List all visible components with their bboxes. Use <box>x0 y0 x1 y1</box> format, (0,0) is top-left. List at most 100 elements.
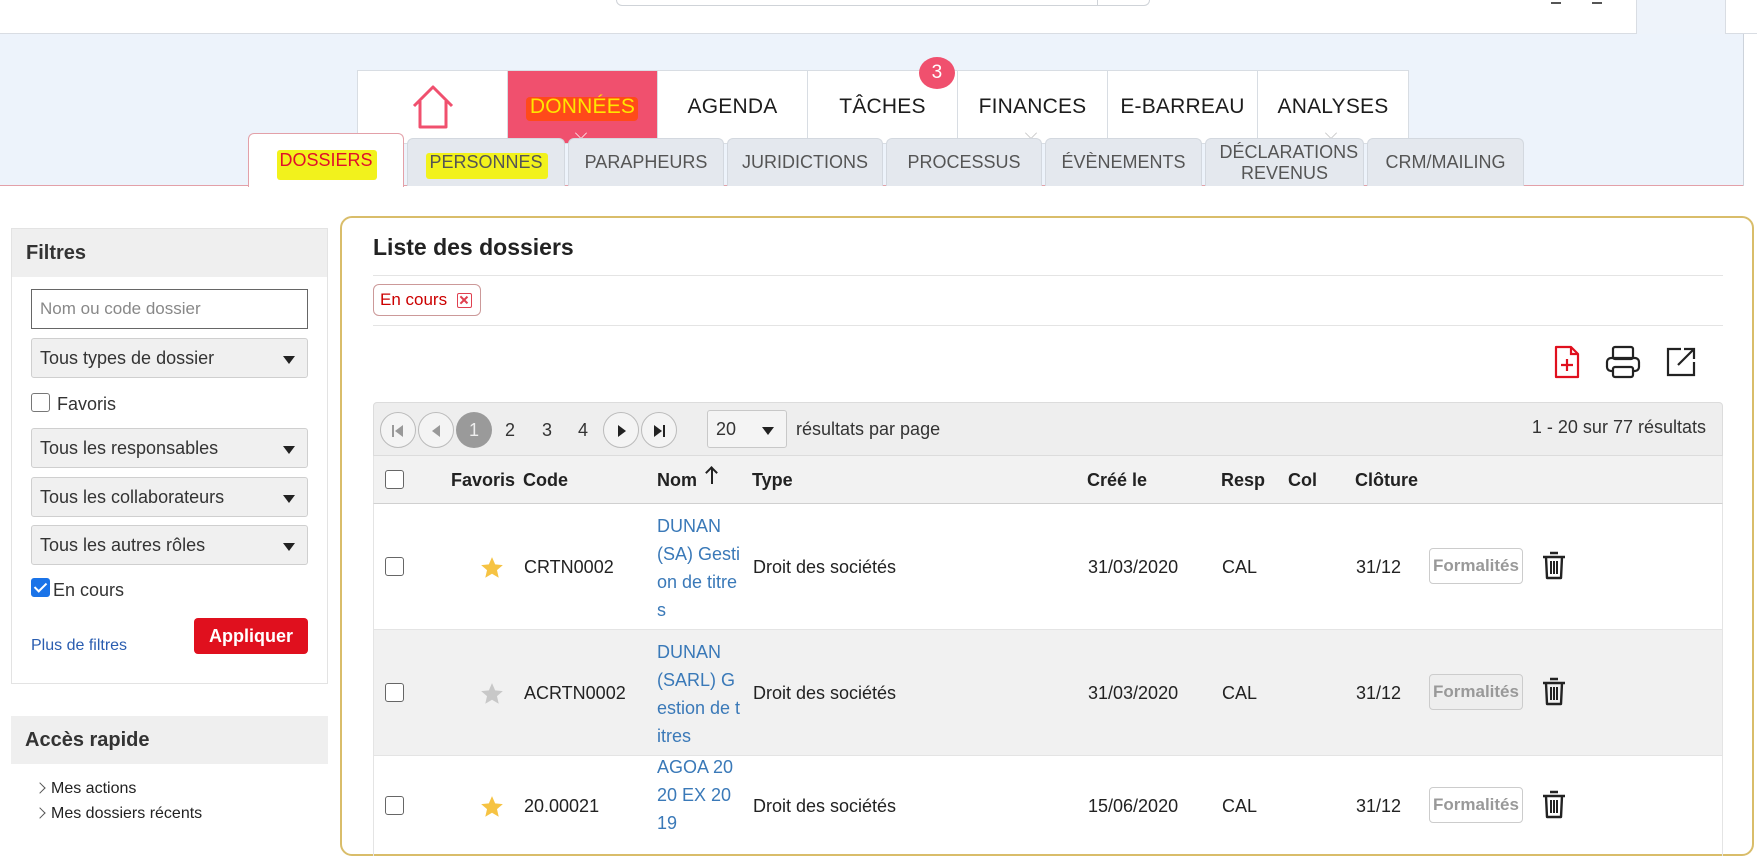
remove-filter-icon[interactable] <box>457 292 473 308</box>
per-page-label: résultats par page <box>796 419 941 439</box>
tab-crm-mailing-label: CRM/MAILING <box>1385 152 1506 172</box>
cell-nom-link[interactable]: DUNAN (SA) Gestion de titres <box>657 512 741 624</box>
dropdown-arrow-icon <box>283 446 295 454</box>
first-page-button[interactable] <box>380 412 416 448</box>
star-icon[interactable] <box>479 681 505 707</box>
column-cloture[interactable]: Clôture <box>1355 470 1418 491</box>
page-button[interactable]: 3 <box>529 412 565 448</box>
column-resp[interactable]: Resp <box>1221 470 1265 491</box>
nav-finances-label: FINANCES <box>978 95 1087 118</box>
tab-declarations-revenus[interactable]: DÉCLARATIONS REVENUS <box>1205 138 1364 186</box>
page-button[interactable]: 4 <box>565 412 601 448</box>
row-checkbox[interactable] <box>385 557 404 576</box>
page-size-value: 20 <box>716 418 737 439</box>
tab-processus-label: PROCESSUS <box>907 152 1021 172</box>
sub-tabs: DOSSIERS PERSONNES PARAPHEURS JURIDICTIO… <box>248 132 1527 187</box>
cell-type: Droit des sociétés <box>753 683 897 703</box>
collaborateurs-select-value: Tous les collaborateurs <box>40 486 225 507</box>
nav-taches-label: TÂCHES <box>839 95 926 118</box>
formalites-button[interactable]: Formalités <box>1429 787 1523 823</box>
cell-cloture: 31/12 <box>1356 683 1402 703</box>
tab-juridictions[interactable]: JURIDICTIONS <box>727 138 883 186</box>
dossier-type-select[interactable]: Tous types de dossier <box>31 338 308 378</box>
pagination-bar: 1 2 3 4 20 résultats par page 1 - 20 sur… <box>373 402 1723 456</box>
chevron-right-icon <box>34 807 46 819</box>
row-checkbox[interactable] <box>385 796 404 815</box>
select-all-checkbox[interactable] <box>385 470 404 489</box>
column-type[interactable]: Type <box>752 470 793 491</box>
responsables-select-value: Tous les responsables <box>40 437 219 458</box>
cell-type: Droit des sociétés <box>753 557 897 577</box>
formalites-button[interactable]: Formalités <box>1429 674 1523 710</box>
quick-item-mes-dossiers-recents[interactable]: Mes dossiers récents <box>51 805 202 823</box>
favoris-checkbox[interactable] <box>31 393 50 412</box>
column-cree-le[interactable]: Créé le <box>1087 470 1147 491</box>
export-icon[interactable] <box>1662 343 1700 381</box>
tab-personnes[interactable]: PERSONNES <box>407 138 565 186</box>
divider <box>373 275 1723 276</box>
settings-icon[interactable] <box>1592 0 1602 4</box>
results-summary: 1 - 20 sur 77 résultats <box>1531 417 1706 437</box>
tab-personnes-label: PERSONNES <box>429 152 543 172</box>
cell-cree-le: 15/06/2020 <box>1088 796 1179 816</box>
dropdown-arrow-icon <box>283 356 295 364</box>
tab-juridictions-label: JURIDICTIONS <box>742 152 868 172</box>
global-search-box[interactable] <box>616 0 1150 6</box>
home-icon <box>412 85 453 129</box>
user-menu-icon[interactable] <box>1551 0 1561 4</box>
star-icon[interactable] <box>479 555 505 581</box>
page-size-select[interactable]: 20 <box>707 410 787 448</box>
column-favoris[interactable]: Favoris <box>451 470 515 491</box>
table-row[interactable]: 20.00021 AGOA 2020 EX 2019 Droit des soc… <box>373 756 1723 856</box>
last-page-button[interactable] <box>641 412 677 448</box>
collaborateurs-select[interactable]: Tous les collaborateurs <box>31 477 308 517</box>
tab-evenements[interactable]: ÉVÈNEMENTS <box>1045 138 1202 186</box>
cell-nom-link[interactable]: DUNAN (SARL) Gestion de titres <box>657 638 741 750</box>
table-header: Favoris Code Nom Type Créé le Resp Col C… <box>373 456 1723 504</box>
formalites-button[interactable]: Formalités <box>1429 548 1523 584</box>
column-nom[interactable]: Nom <box>657 470 697 491</box>
previous-page-button[interactable] <box>418 412 454 448</box>
column-col[interactable]: Col <box>1288 470 1317 491</box>
cell-resp: CAL <box>1222 557 1258 577</box>
dossier-type-select-value: Tous types de dossier <box>40 347 215 368</box>
star-icon[interactable] <box>479 794 505 820</box>
column-code[interactable]: Code <box>523 470 568 491</box>
en-cours-label: En cours <box>53 580 125 600</box>
table-row[interactable]: CRTN0002 DUNAN (SA) Gestion de titres Dr… <box>373 504 1723 630</box>
en-cours-checkbox[interactable] <box>31 578 50 597</box>
navigation-band: DONNÉES AGENDA TÂCHES 3 FINANCES E-BARRE… <box>0 34 1757 187</box>
roles-select[interactable]: Tous les autres rôles <box>31 525 308 565</box>
filters-title: Filtres <box>12 229 327 277</box>
tab-dossiers[interactable]: DOSSIERS <box>248 133 404 187</box>
tab-processus[interactable]: PROCESSUS <box>886 138 1042 186</box>
more-filters-link[interactable]: Plus de filtres <box>31 637 127 655</box>
filter-chip-en-cours[interactable]: En cours <box>373 284 482 316</box>
quick-item-mes-actions[interactable]: Mes actions <box>51 780 136 798</box>
filter-chip-label: En cours <box>380 290 448 309</box>
nav-e-barreau-label: E-BARREAU <box>1120 95 1245 118</box>
tab-parapheurs[interactable]: PARAPHEURS <box>568 138 724 186</box>
page-button-current[interactable]: 1 <box>456 412 492 448</box>
tab-crm-mailing[interactable]: CRM/MAILING <box>1367 138 1524 186</box>
page-button[interactable]: 2 <box>492 412 528 448</box>
dossier-search-input[interactable]: Nom ou code dossier <box>31 289 308 329</box>
page-title: Liste des dossiers <box>373 234 574 260</box>
new-document-icon[interactable] <box>1547 343 1585 381</box>
table-row[interactable]: ACRTN0002 DUNAN (SARL) Gestion de titres… <box>373 630 1723 756</box>
print-icon[interactable] <box>1604 343 1642 381</box>
row-checkbox[interactable] <box>385 683 404 702</box>
cell-nom-link[interactable]: AGOA 2020 EX 2019 <box>657 753 741 837</box>
responsables-select[interactable]: Tous les responsables <box>31 428 308 468</box>
dropdown-arrow-icon <box>762 427 774 435</box>
top-right-panel <box>1636 0 1726 34</box>
trash-icon[interactable] <box>1541 676 1567 706</box>
chevron-right-icon <box>34 782 46 794</box>
roles-select-value: Tous les autres rôles <box>40 534 206 555</box>
trash-icon[interactable] <box>1541 789 1567 819</box>
trash-icon[interactable] <box>1541 550 1567 580</box>
next-page-button[interactable] <box>603 412 639 448</box>
nav-analyses-label: ANALYSES <box>1277 95 1389 118</box>
cell-code: CRTN0002 <box>524 557 614 577</box>
apply-button[interactable]: Appliquer <box>194 618 308 654</box>
